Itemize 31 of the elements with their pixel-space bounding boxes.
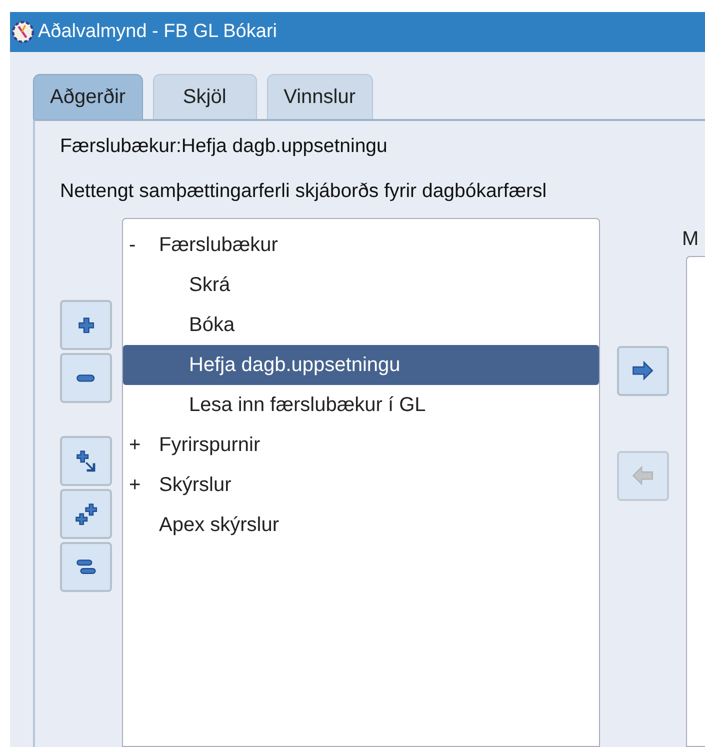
- window-title: Aðalvalmynd - FB GL Bókari: [38, 21, 277, 43]
- tree-item[interactable]: + Skýrslur: [123, 465, 599, 505]
- double-plus-icon: [74, 502, 98, 526]
- collapse-all-button[interactable]: [60, 542, 112, 592]
- plus-icon: [78, 316, 94, 334]
- double-minus-icon: [76, 559, 96, 575]
- tab[interactable]: Skjöl: [152, 74, 257, 119]
- plus-arrow-icon: [76, 450, 96, 472]
- tree-toggle[interactable]: -: [129, 234, 159, 256]
- tree-item[interactable]: Apex skýrslur: [123, 505, 599, 545]
- tab[interactable]: Vinnslur: [266, 74, 373, 119]
- tree-toggle[interactable]: +: [129, 434, 159, 456]
- list-label: M: [682, 227, 700, 252]
- tree-toggle[interactable]: +: [129, 474, 159, 496]
- expand-branch-button[interactable]: [60, 436, 112, 486]
- tree-item[interactable]: - Færslubækur: [123, 225, 599, 265]
- description-text: Nettengt samþættingarferli skjáborðs fyrir dagbókarfærsl: [60, 180, 548, 203]
- expand-all-button[interactable]: [60, 489, 112, 539]
- tree-item[interactable]: Lesa inn færslubækur í GL: [123, 385, 599, 425]
- right-arrow-icon: [632, 361, 654, 381]
- tree-item[interactable]: + Fyrirspurnir: [123, 425, 599, 465]
- collapse-button[interactable]: [60, 353, 112, 403]
- tree-item[interactable]: Bóka: [123, 305, 599, 345]
- minus-icon: [76, 374, 96, 382]
- tree-item[interactable]: Hefja dagb.uppsetningu: [123, 345, 599, 385]
- left-arrow-icon: [632, 466, 654, 486]
- move-right-button[interactable]: [617, 346, 669, 396]
- expand-button[interactable]: [60, 300, 112, 350]
- tree-item[interactable]: Skrá: [123, 265, 599, 305]
- tab[interactable]: Aðgerðir: [33, 74, 143, 119]
- page-heading: Færslubækur:Hefja dagb.uppsetningu: [60, 135, 388, 159]
